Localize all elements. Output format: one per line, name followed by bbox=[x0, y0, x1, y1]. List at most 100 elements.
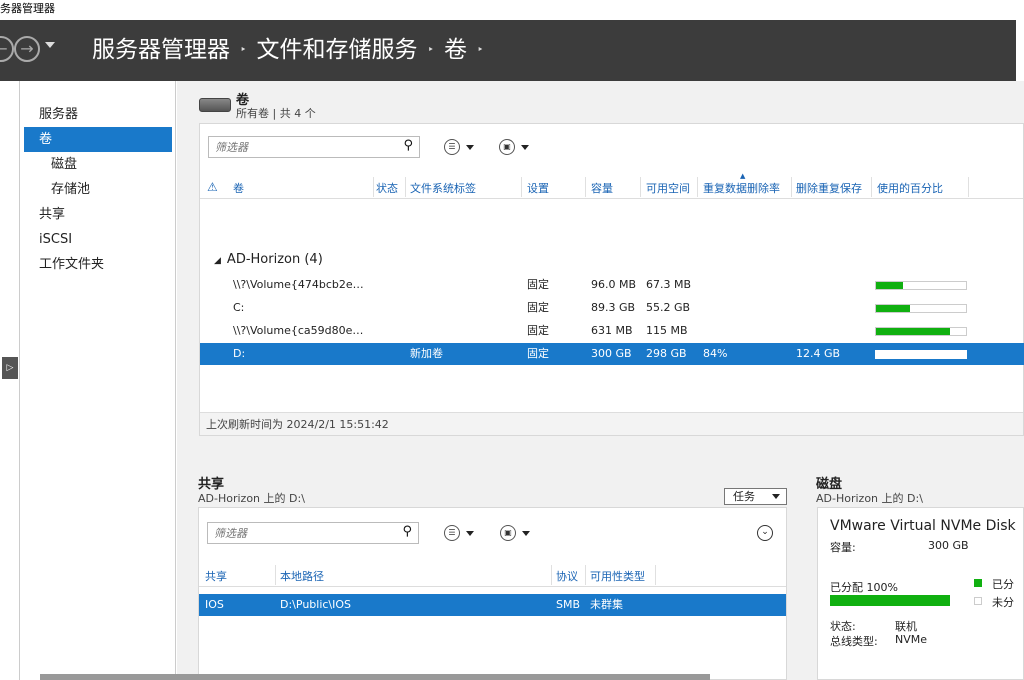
tasks-dropdown[interactable]: 任务 bbox=[724, 488, 787, 505]
allocation-bar bbox=[830, 595, 950, 606]
tasks-label: 任务 bbox=[733, 490, 755, 503]
sidebar-item-iscsi[interactable]: iSCSI bbox=[20, 227, 175, 252]
cell-free: 55.2 GB bbox=[646, 301, 691, 314]
shares-save-query-button[interactable]: ▣ bbox=[500, 522, 536, 544]
col-fs-label[interactable]: 文件系统标签 bbox=[410, 180, 476, 196]
cell-name: C: bbox=[233, 301, 245, 314]
col-local-path[interactable]: 本地路径 bbox=[280, 568, 324, 584]
sidebar-item-storage-pools[interactable]: 存储池 bbox=[20, 177, 175, 202]
cell-free: 67.3 MB bbox=[646, 278, 692, 291]
allocated-label: 已分配 100% bbox=[830, 581, 898, 594]
col-volume[interactable]: 卷 bbox=[233, 180, 244, 196]
horizontal-scrollbar[interactable] bbox=[40, 674, 710, 680]
disk-subtitle: AD-Horizon 上的 D:\ bbox=[816, 492, 923, 505]
list-view-icon: ☰ bbox=[444, 525, 460, 541]
chevron-down-icon bbox=[772, 494, 780, 499]
capacity-label: 容量: bbox=[830, 541, 856, 554]
bus-type-value: NVMe bbox=[895, 633, 928, 646]
cell-name: \\?\Volume{ca59d80e… bbox=[233, 324, 364, 337]
cell-free: 115 MB bbox=[646, 324, 688, 337]
table-row[interactable]: C: 固定 89.3 GB 55.2 GB bbox=[200, 297, 1024, 319]
usage-bar bbox=[875, 327, 967, 336]
share-protocol: SMB bbox=[556, 598, 581, 611]
list-view-icon: ☰ bbox=[444, 139, 460, 155]
warning-icon: ⚠ bbox=[207, 180, 218, 194]
col-share[interactable]: 共享 bbox=[205, 568, 227, 584]
refresh-status: 上次刷新时间为 2024/2/1 15:51:42 bbox=[200, 412, 1023, 435]
table-row[interactable]: IOS D:\Public\IOS SMB 未群集 bbox=[199, 594, 786, 616]
volumes-subtitle: 所有卷 | 共 4 个 bbox=[236, 107, 316, 120]
expand-pane-icon[interactable]: ▷ bbox=[2, 357, 18, 379]
cell-name: \\?\Volume{474bcb2e… bbox=[233, 278, 364, 291]
breadcrumb-separator-icon: ‣ bbox=[427, 43, 435, 56]
col-status[interactable]: 状态 bbox=[376, 180, 398, 196]
table-row[interactable]: \\?\Volume{474bcb2e… 固定 96.0 MB 67.3 MB bbox=[200, 274, 1024, 296]
col-dedup-saved[interactable]: 删除重复保存 bbox=[796, 180, 862, 196]
legend-allocated: 已分 bbox=[992, 578, 1014, 591]
volume-group-header[interactable]: ◢ AD-Horizon (4) bbox=[214, 252, 323, 267]
disk-panel: VMware Virtual NVMe Disk 容量: 300 GB 已分配 … bbox=[817, 507, 1024, 680]
sidebar-item-volumes[interactable]: 卷 bbox=[24, 127, 172, 152]
disk-name: VMware Virtual NVMe Disk bbox=[830, 518, 1016, 534]
volumes-column-header: ⚠ 卷 状态 文件系统标签 设置 容量 可用空间 重复数据删除率 ▲ 删除重复保… bbox=[200, 172, 1023, 199]
col-protocol[interactable]: 协议 bbox=[556, 568, 578, 584]
history-dropdown-icon[interactable] bbox=[45, 42, 55, 48]
col-capacity[interactable]: 容量 bbox=[591, 180, 613, 196]
table-row[interactable]: \\?\Volume{ca59d80e… 固定 631 MB 115 MB bbox=[200, 320, 1024, 342]
search-icon[interactable]: ⚲ bbox=[402, 524, 412, 539]
volumes-filter-box: ⚲ bbox=[208, 136, 420, 158]
sort-ascending-icon: ▲ bbox=[740, 172, 746, 180]
col-settings[interactable]: 设置 bbox=[527, 180, 549, 196]
status-value: 联机 bbox=[895, 620, 917, 633]
share-path: D:\Public\IOS bbox=[280, 598, 352, 611]
status-label: 状态: bbox=[830, 620, 856, 633]
sidebar-item-shares[interactable]: 共享 bbox=[20, 202, 175, 227]
chevron-down-icon bbox=[522, 530, 530, 536]
volumes-filter-input[interactable] bbox=[209, 137, 389, 157]
breadcrumb-item-volumes[interactable]: 卷 bbox=[444, 34, 467, 66]
breadcrumb-item-file-storage[interactable]: 文件和存储服务 bbox=[257, 34, 418, 66]
collapse-group-icon[interactable]: ◢ bbox=[214, 256, 221, 266]
unallocated-legend-swatch bbox=[974, 597, 982, 605]
drive-icon bbox=[199, 98, 231, 112]
cell-capacity: 96.0 MB bbox=[591, 278, 637, 291]
sidebar-item-work-folders[interactable]: 工作文件夹 bbox=[20, 252, 175, 277]
shares-subtitle: AD-Horizon 上的 D:\ bbox=[198, 492, 305, 505]
volumes-save-query-button[interactable]: ▣ bbox=[499, 136, 535, 158]
volumes-view-options-button[interactable]: ☰ bbox=[444, 136, 480, 158]
sidebar-item-servers[interactable]: 服务器 bbox=[20, 102, 175, 127]
col-free-space[interactable]: 可用空间 bbox=[646, 180, 690, 196]
save-icon: ▣ bbox=[499, 139, 515, 155]
chevron-down-icon bbox=[521, 144, 529, 150]
back-arrow-icon[interactable]: ← bbox=[0, 36, 14, 62]
cell-capacity: 300 GB bbox=[591, 347, 632, 360]
usage-bar-fill bbox=[876, 351, 877, 358]
cell-setting: 固定 bbox=[527, 347, 549, 360]
cell-free: 298 GB bbox=[646, 347, 687, 360]
col-dedup-rate[interactable]: 重复数据删除率 bbox=[703, 180, 780, 196]
save-icon: ▣ bbox=[500, 525, 516, 541]
usage-bar bbox=[875, 304, 967, 313]
col-used-percent[interactable]: 使用的百分比 bbox=[877, 180, 943, 196]
breadcrumb: 服务器管理器 ‣ 文件和存储服务 ‣ 卷 ‣ bbox=[92, 34, 494, 66]
chevron-down-icon bbox=[466, 530, 474, 536]
col-availability[interactable]: 可用性类型 bbox=[590, 568, 645, 584]
shares-panel: ⚲ ☰ ▣ ⌄ 共享 本地路径 协议 可用性类型 IOS D:\Public\I… bbox=[198, 507, 787, 680]
cell-dedup-rate: 84% bbox=[703, 347, 728, 360]
shares-view-options-button[interactable]: ☰ bbox=[444, 522, 480, 544]
shares-filter-input[interactable] bbox=[208, 523, 388, 543]
header-bar: ← → 服务器管理器 ‣ 文件和存储服务 ‣ 卷 ‣ bbox=[0, 20, 1016, 81]
cell-dedup-saved: 12.4 GB bbox=[796, 347, 841, 360]
share-name: IOS bbox=[205, 598, 224, 611]
cell-setting: 固定 bbox=[527, 324, 549, 337]
table-row[interactable]: D: 新加卷 固定 300 GB 298 GB 84% 12.4 GB bbox=[200, 343, 1024, 365]
sidebar: 服务器 卷 磁盘 存储池 共享 iSCSI 工作文件夹 bbox=[20, 81, 176, 680]
forward-arrow-icon[interactable]: → bbox=[14, 36, 40, 62]
shares-column-header: 共享 本地路径 协议 可用性类型 bbox=[199, 565, 786, 587]
sidebar-item-disks[interactable]: 磁盘 bbox=[20, 152, 175, 177]
cell-setting: 固定 bbox=[527, 278, 549, 291]
expand-chevron-icon[interactable]: ⌄ bbox=[757, 525, 773, 541]
breadcrumb-item-server-manager[interactable]: 服务器管理器 bbox=[92, 34, 230, 66]
share-availability: 未群集 bbox=[590, 598, 623, 611]
search-icon[interactable]: ⚲ bbox=[403, 138, 413, 153]
